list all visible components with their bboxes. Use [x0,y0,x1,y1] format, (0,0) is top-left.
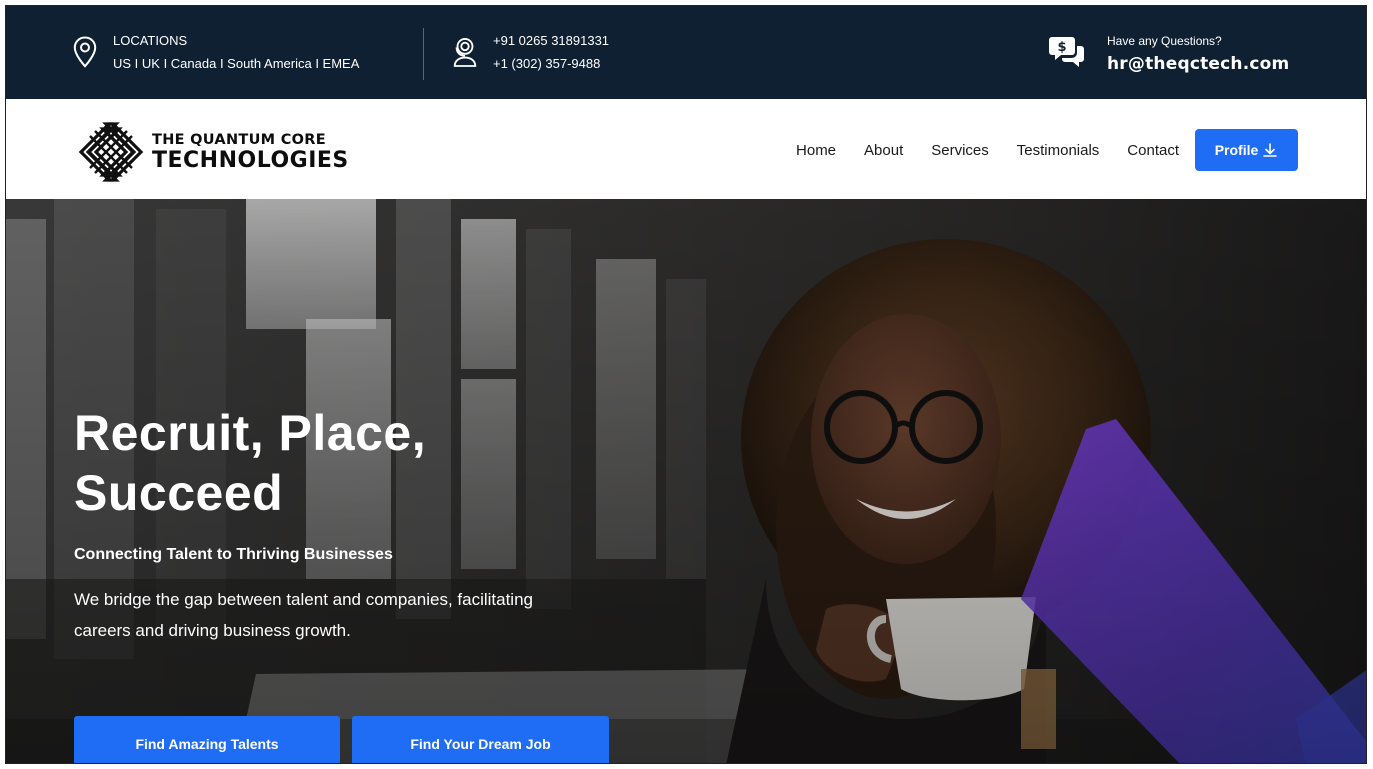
browser-viewport: LOCATIONS US I UK I Canada I South Ameri… [5,5,1367,764]
topbar-divider [423,28,424,80]
location-pin-icon [71,32,99,72]
profile-download-button[interactable]: Profile [1195,129,1298,171]
chat-dollar-icon: $ [1049,32,1085,72]
find-job-button[interactable]: Find Your Dream Job [352,716,609,763]
primary-nav: Home About Services Testimonials Contact [796,142,1179,159]
hero-cta-group: Find Amazing Talents Find Your Dream Job [74,716,609,763]
nav-services[interactable]: Services [931,142,989,159]
locations-block: LOCATIONS US I UK I Canada I South Ameri… [71,32,359,72]
locations-title: LOCATIONS [113,32,188,48]
phone-block: +91 0265 31891331 +1 (302) 357-9488 [451,32,609,72]
hero-subtitle: Connecting Talent to Thriving Businesses [74,546,393,563]
phone-secondary[interactable]: +1 (302) 357-9488 [493,56,609,71]
hero-section: Recruit, Place, Succeed Connecting Talen… [6,199,1366,763]
hero-title: Recruit, Place, Succeed [74,405,427,521]
nav-home[interactable]: Home [796,142,836,159]
brand-name-line1: THE QUANTUM CORE [152,132,326,148]
find-talents-button[interactable]: Find Amazing Talents [74,716,340,763]
headset-icon [451,32,479,72]
brand-name-line2: TECHNOLOGIES [152,148,349,173]
questions-prompt: Have any Questions? [1107,33,1222,48]
nav-about[interactable]: About [864,142,903,159]
hero-description: We bridge the gap between talent and com… [74,590,533,640]
quantum-core-logo-icon [78,122,144,182]
nav-contact[interactable]: Contact [1127,142,1179,159]
contact-block: $ Have any Questions? hr@theqctech.com [1049,32,1289,72]
locations-list: US I UK I Canada I South America I EMEA [113,55,360,71]
email-link[interactable]: hr@theqctech.com [1107,55,1289,72]
profile-button-label: Profile [1214,142,1259,158]
top-info-bar: LOCATIONS US I UK I Canada I South Ameri… [6,6,1366,99]
main-navbar: THE QUANTUM CORE TECHNOLOGIES Home About… [6,99,1366,199]
nav-testimonials[interactable]: Testimonials [1017,142,1100,159]
hero-content: Recruit, Place, Succeed Connecting Talen… [74,403,544,646]
brand-logo[interactable]: THE QUANTUM CORE TECHNOLOGIES [74,117,349,187]
download-icon [1263,143,1278,157]
svg-text:$: $ [1057,40,1066,55]
phone-primary[interactable]: +91 0265 31891331 [493,33,609,48]
